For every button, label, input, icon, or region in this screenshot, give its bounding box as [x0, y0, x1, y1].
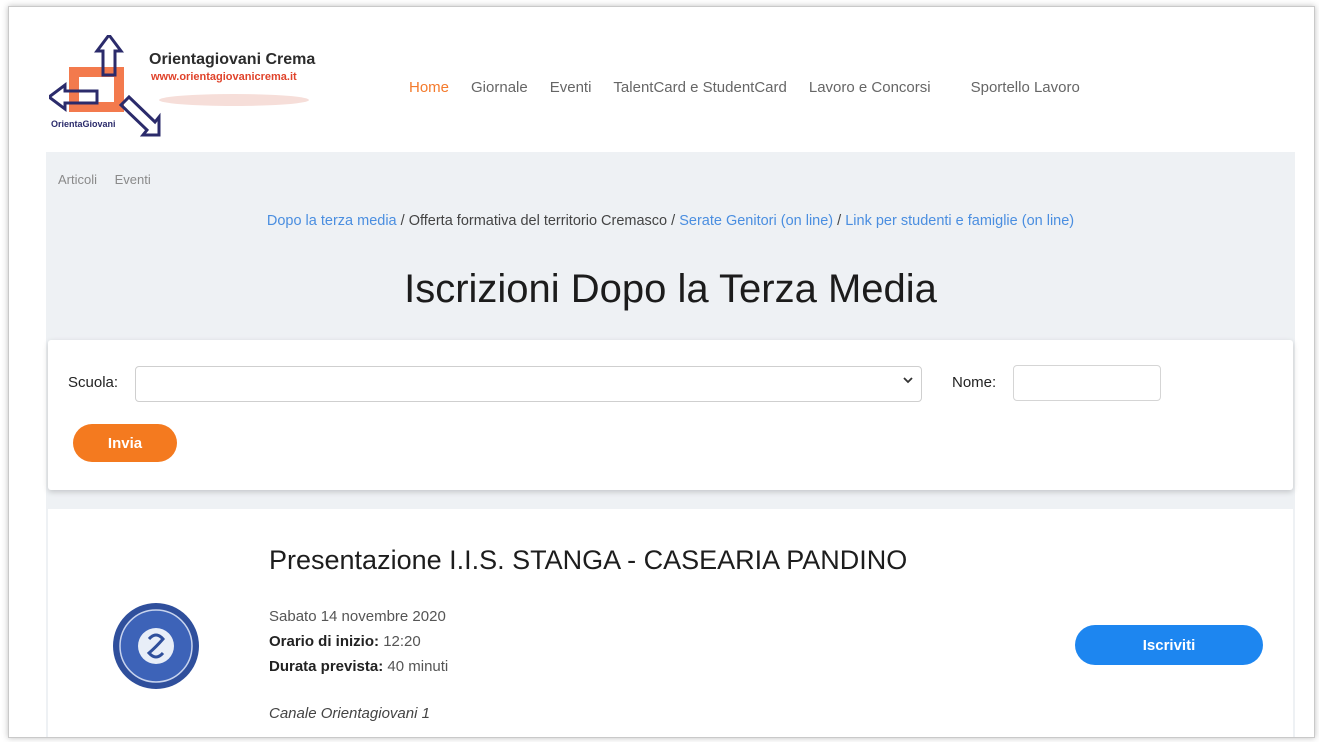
logo-url[interactable]: www.orientagiovanicrema.it [151, 71, 297, 83]
school-logo-icon [113, 603, 199, 689]
event-start-value: 12:20 [383, 633, 421, 650]
nav-item-eventi[interactable]: Eventi [550, 79, 592, 96]
breadcrumb-link-serate-genitori[interactable]: Serate Genitori (on line) [679, 213, 833, 229]
logo-small-text: OrientaGiovani [51, 119, 116, 129]
event-channel: Canale Orientagiovani 1 [269, 705, 430, 722]
event-duration: Durata prevista: 40 minuti [269, 658, 448, 675]
invia-button[interactable]: Invia [73, 424, 177, 462]
content-tabs: Articoli Eventi [58, 172, 165, 187]
logo-title[interactable]: Orientagiovani Crema [149, 51, 315, 69]
event-start: Orario di inizio: 12:20 [269, 633, 421, 650]
event-duration-label: Durata prevista: [269, 658, 384, 675]
nav-item-lavoro-concorsi[interactable]: Lavoro e Concorsi [809, 79, 931, 96]
browser-frame: Orientagiovani Crema www.orientagiovanic… [8, 6, 1315, 738]
nav-item-talentcard[interactable]: TalentCard e StudentCard [613, 79, 786, 96]
scuola-label: Scuola: [68, 374, 119, 391]
breadcrumb-link-studenti-famiglie[interactable]: Link per studenti e famiglie (on line) [845, 213, 1074, 229]
nav-item-home[interactable]: Home [409, 79, 449, 96]
event-title[interactable]: Presentazione I.I.S. STANGA - CASEARIA P… [269, 545, 907, 576]
page-title: Iscrizioni Dopo la Terza Media [404, 267, 937, 311]
nav-item-sportello-lavoro[interactable]: Sportello Lavoro [971, 79, 1080, 96]
breadcrumb: Dopo la terza media / Offerta formativa … [46, 213, 1295, 229]
tab-eventi[interactable]: Eventi [115, 172, 151, 187]
event-date: Sabato 14 novembre 2020 [269, 608, 446, 625]
breadcrumb-separator: / [667, 213, 680, 229]
nome-label: Nome: [952, 374, 997, 391]
scuola-select[interactable] [135, 366, 922, 402]
filter-form: Scuola: Nome: Invia [48, 340, 1293, 490]
event-duration-value: 40 minuti [387, 658, 449, 675]
breadcrumb-item-offerta: Offerta formativa del territorio Cremasc… [408, 213, 668, 229]
main-nav: Home Giornale Eventi TalentCard e Studen… [409, 79, 1102, 96]
nome-input[interactable] [1013, 365, 1161, 401]
event-card: Presentazione I.I.S. STANGA - CASEARIA P… [48, 509, 1293, 737]
breadcrumb-link-dopo-terza-media[interactable]: Dopo la terza media [267, 213, 397, 229]
nav-item-giornale[interactable]: Giornale [471, 79, 528, 96]
breadcrumb-separator: / [396, 213, 409, 229]
event-start-label: Orario di inizio: [269, 633, 380, 650]
tab-articoli[interactable]: Articoli [58, 172, 97, 187]
chevron-down-icon [903, 377, 913, 384]
breadcrumb-separator: / [833, 213, 846, 229]
iscriviti-button[interactable]: Iscriviti [1075, 625, 1263, 665]
